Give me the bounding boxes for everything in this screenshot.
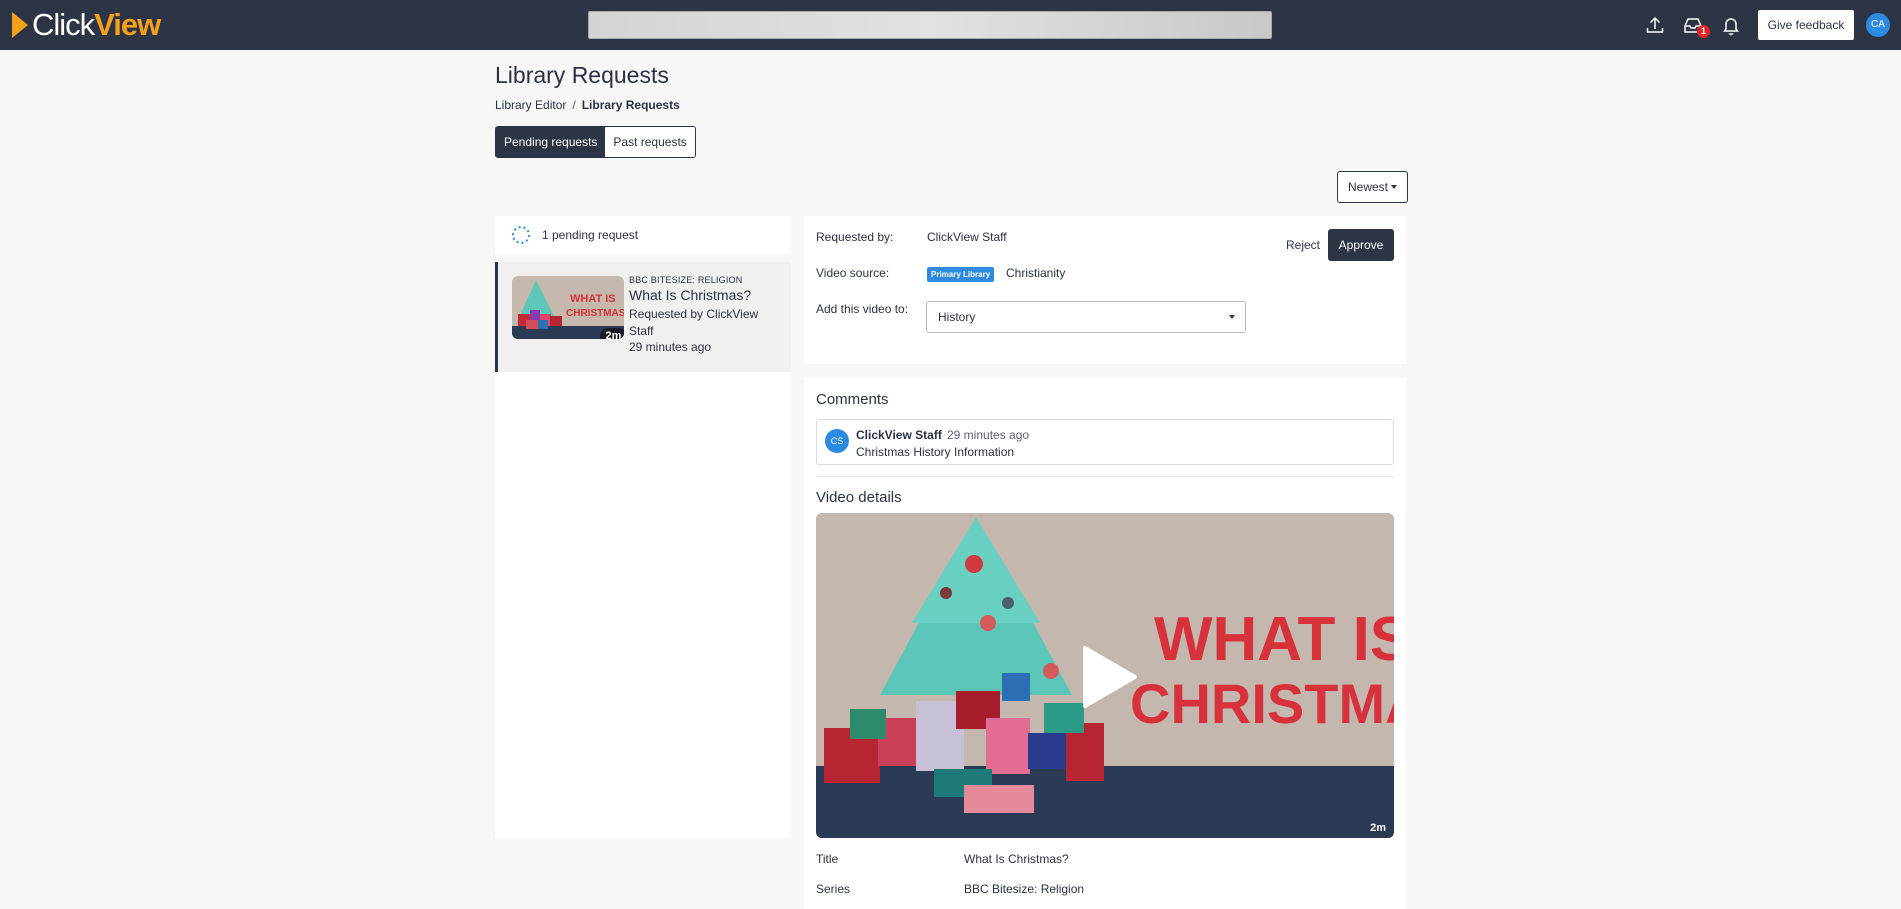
video-thumbnail-title-line2: CHRISTMAS? xyxy=(1130,672,1394,735)
comment-item: CS ClickView Staff 29 minutes ago Christ… xyxy=(816,419,1394,465)
detail-title-value: What Is Christmas? xyxy=(964,852,1069,866)
breadcrumb-parent-link[interactable]: Library Editor xyxy=(495,98,566,112)
bell-icon[interactable] xyxy=(1720,14,1742,36)
request-tabs: Pending requests Past requests xyxy=(495,126,696,158)
video-thumbnail-title-line1: WHAT IS xyxy=(1154,605,1394,674)
svg-text:WHAT IS: WHAT IS xyxy=(570,293,616,305)
tab-pending-requests[interactable]: Pending requests xyxy=(496,127,606,157)
detail-series-value[interactable]: BBC Bitesize: Religion xyxy=(964,882,1084,896)
detail-title-label: Title xyxy=(816,852,839,866)
logo-wordmark-click: Click xyxy=(32,7,95,42)
breadcrumb-current: Library Requests xyxy=(581,98,680,112)
video-source-value[interactable]: Christianity xyxy=(1006,266,1065,280)
add-to-label: Add this video to: xyxy=(816,302,909,316)
chevron-down-icon xyxy=(1391,185,1397,189)
request-title: What Is Christmas? xyxy=(629,287,752,303)
breadcrumb: Library Editor / Library Requests xyxy=(495,98,680,112)
upload-icon[interactable] xyxy=(1644,14,1666,36)
request-detail-card: Requested by: ClickView Staff Video sour… xyxy=(804,216,1406,364)
request-requester: Requested by ClickView Staff xyxy=(629,307,759,338)
video-details-heading: Video details xyxy=(816,489,902,506)
play-icon[interactable] xyxy=(1081,646,1137,708)
divider xyxy=(816,476,1394,477)
duration-badge: 2m xyxy=(600,328,624,339)
tab-past-requests[interactable]: Past requests xyxy=(605,127,695,157)
comments-heading: Comments xyxy=(816,391,889,408)
request-thumbnail: WHAT IS CHRISTMAS? 2m xyxy=(512,276,624,339)
loading-spinner-icon xyxy=(512,226,530,244)
page-title: Library Requests xyxy=(495,62,669,88)
video-player[interactable]: WHAT IS CHRISTMAS? 2m xyxy=(816,513,1394,838)
approve-button[interactable]: Approve xyxy=(1328,229,1394,261)
logo-wordmark-view: View xyxy=(94,7,161,42)
pending-count-label: 1 pending request xyxy=(542,228,639,242)
requested-by-value: ClickView Staff xyxy=(927,230,1007,244)
pending-count-header: 1 pending request xyxy=(495,216,791,254)
add-to-selected-value: History xyxy=(938,310,976,324)
reject-button[interactable]: Reject xyxy=(1280,229,1326,261)
comment-time: 29 minutes ago xyxy=(947,428,1030,442)
request-list-item[interactable]: WHAT IS CHRISTMAS? 2m BBC BITESIZE: RELI… xyxy=(495,262,791,372)
chevron-down-icon xyxy=(1229,315,1235,319)
primary-library-badge: Primary Library xyxy=(927,267,995,282)
requests-list-panel: 1 pending request WHAT IS CHRISTMAS? 2m … xyxy=(495,216,791,838)
clickview-logo[interactable]: Click View xyxy=(12,7,161,42)
add-to-folder-select[interactable]: History xyxy=(926,301,1246,333)
video-duration: 2m xyxy=(1370,822,1386,834)
request-series: BBC BITESIZE: RELIGION xyxy=(629,275,743,285)
user-avatar[interactable]: CA xyxy=(1866,13,1890,37)
search-bar[interactable] xyxy=(588,11,1272,39)
svg-text:CHRISTMAS?: CHRISTMAS? xyxy=(566,308,624,319)
comment-author: ClickView Staff xyxy=(856,428,942,442)
sort-dropdown[interactable]: Newest xyxy=(1337,171,1408,203)
detail-series-label: Series xyxy=(816,882,851,896)
logo-play-icon xyxy=(12,12,28,38)
video-source-label: Video source: xyxy=(816,266,890,280)
inbox-count-badge: 1 xyxy=(1697,25,1710,38)
requested-by-label: Requested by: xyxy=(816,230,894,244)
sort-label: Newest xyxy=(1347,180,1388,194)
top-navbar: Click View 1 Give feedback CA xyxy=(0,0,1901,50)
breadcrumb-separator: / xyxy=(572,98,576,112)
give-feedback-button[interactable]: Give feedback xyxy=(1758,10,1854,40)
comment-avatar: CS xyxy=(825,429,849,453)
request-time: 29 minutes ago xyxy=(629,340,712,354)
comment-text: Christmas History Information xyxy=(856,445,1015,459)
request-info-card: Comments CS ClickView Staff 29 minutes a… xyxy=(804,378,1406,909)
